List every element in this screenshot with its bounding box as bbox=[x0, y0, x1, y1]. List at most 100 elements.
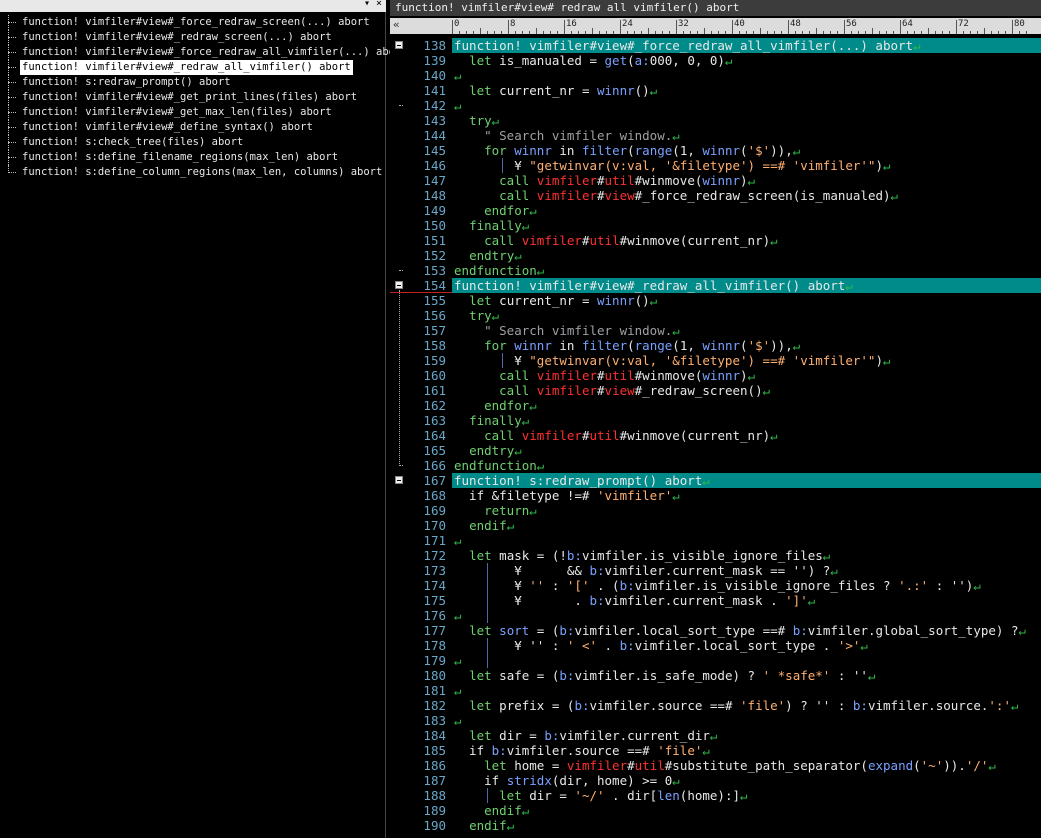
code-line[interactable]: 190 endif↵ bbox=[412, 818, 1041, 833]
code-line[interactable]: 176 ↵ bbox=[412, 608, 1041, 623]
code-line[interactable]: 186 let home = vimfiler#util#substitute_… bbox=[412, 758, 1041, 773]
close-icon[interactable]: × bbox=[376, 0, 382, 11]
code-line[interactable]: 161 call vimfiler#view#_redraw_screen()↵ bbox=[412, 383, 1041, 398]
outline-item[interactable]: function! vimfiler#view#_define_syntax()… bbox=[6, 120, 386, 135]
code-token: endfor bbox=[484, 203, 530, 218]
code-line[interactable]: 141 let current_nr = winnr()↵ bbox=[412, 83, 1041, 98]
code-line[interactable]: 144 " Search vimfiler window.↵ bbox=[412, 128, 1041, 143]
line-number: 150 bbox=[423, 218, 446, 233]
code-line[interactable]: 153 endfunction↵ bbox=[412, 263, 1041, 278]
code-line[interactable]: 175 ¥ . b:vimfiler.current_mask . ']'↵ bbox=[412, 593, 1041, 608]
outline-item[interactable]: function! vimfiler#view#_get_print_lines… bbox=[6, 90, 386, 105]
code-token: . bbox=[597, 638, 620, 653]
code-line[interactable]: 167 function! s:redraw_prompt() abort↵ bbox=[412, 473, 1041, 488]
code-line[interactable]: 189 endif↵ bbox=[412, 803, 1041, 818]
outline-item[interactable]: function! vimfiler#view#_force_redraw_al… bbox=[6, 45, 408, 60]
code-line[interactable]: 173 ¥ && b:vimfiler.current_mask == '') … bbox=[412, 563, 1041, 578]
code-line[interactable]: 152 endtry↵ bbox=[412, 248, 1041, 263]
code-line[interactable]: 151 call vimfiler#util#winmove(current_n… bbox=[412, 233, 1041, 248]
code-line[interactable]: 169 return↵ bbox=[412, 503, 1041, 518]
line-text: ¥ '' : ' <' . b:vimfiler.local_sort_type… bbox=[452, 638, 1041, 653]
code-token: dir = bbox=[491, 728, 545, 743]
code-line[interactable]: 168 if &filetype !=# 'vimfiler'↵ bbox=[412, 488, 1041, 503]
code-line[interactable]: 148 call vimfiler#view#_force_redraw_scr… bbox=[412, 188, 1041, 203]
code-token: is_manualed = bbox=[491, 53, 605, 68]
code-line[interactable]: 138 function! vimfiler#view#_force_redraw… bbox=[412, 38, 1041, 53]
code-token: '~/' bbox=[574, 788, 605, 803]
eol-marker: ↵ bbox=[672, 128, 680, 143]
code-line[interactable]: 142 ↵ bbox=[412, 98, 1041, 113]
line-number: 176 bbox=[423, 608, 446, 623]
outline-item[interactable]: function! s:check_tree(files) abort bbox=[6, 135, 386, 150]
line-number: 158 bbox=[423, 338, 446, 353]
code-line[interactable]: 183 ↵ bbox=[412, 713, 1041, 728]
eol-marker: ↵ bbox=[702, 473, 710, 488]
ruler-tick bbox=[767, 31, 768, 34]
fold-toggle-icon[interactable] bbox=[395, 476, 403, 484]
outline-item[interactable]: function! vimfiler#view#_redraw_screen(.… bbox=[6, 30, 386, 45]
dropdown-icon[interactable]: ▾ bbox=[364, 0, 370, 11]
code-token: () bbox=[634, 83, 650, 98]
code-line[interactable]: 145 for winnr in filter(range(1, winnr('… bbox=[412, 143, 1041, 158]
code-area[interactable]: 138 function! vimfiler#view#_force_redraw… bbox=[412, 38, 1041, 833]
code-line[interactable]: 177 let sort = (b:vimfiler.local_sort_ty… bbox=[412, 623, 1041, 638]
code-line[interactable]: 160 call vimfiler#util#winmove(winnr)↵ bbox=[412, 368, 1041, 383]
code-line[interactable]: 150 finally↵ bbox=[412, 218, 1041, 233]
code-token: vimfiler.current_mask . bbox=[604, 593, 786, 608]
code-token: if &filetype !=# bbox=[454, 488, 597, 503]
code-line[interactable]: 162 endfor↵ bbox=[412, 398, 1041, 413]
code-line[interactable]: 171 ↵ bbox=[412, 533, 1041, 548]
code-line[interactable]: 157 " Search vimfiler window.↵ bbox=[412, 323, 1041, 338]
outline-item[interactable]: function! s:redraw_prompt() abort bbox=[6, 75, 386, 90]
line-text: return↵ bbox=[452, 503, 1041, 518]
code-line[interactable]: 147 call vimfiler#util#winmove(winnr)↵ bbox=[412, 173, 1041, 188]
code-line[interactable]: 143 try↵ bbox=[412, 113, 1041, 128]
code-line[interactable]: 163 finally↵ bbox=[412, 413, 1041, 428]
code-line[interactable]: 158 for winnr in filter(range(1, winnr('… bbox=[412, 338, 1041, 353]
fold-toggle-icon[interactable] bbox=[395, 41, 403, 49]
outline-item[interactable]: function! vimfiler#view#_get_max_len(fil… bbox=[6, 105, 386, 120]
outline-item[interactable]: function! vimfiler#view#_force_redraw_sc… bbox=[6, 15, 386, 30]
code-line[interactable]: 178 ¥ '' : ' <' . b:vimfiler.local_sort_… bbox=[412, 638, 1041, 653]
code-line[interactable]: 166 endfunction↵ bbox=[412, 458, 1041, 473]
outline-item[interactable]: function! s:define_column_regions(max_le… bbox=[6, 165, 386, 180]
code-line[interactable]: 170 endif↵ bbox=[412, 518, 1041, 533]
code-line[interactable]: 184 let dir = b:vimfiler.current_dir↵ bbox=[412, 728, 1041, 743]
code-line[interactable]: 146 ¥ "getwinvar(v:val, '&filetype') ==#… bbox=[412, 158, 1041, 173]
code-line[interactable]: 140 ↵ bbox=[412, 68, 1041, 83]
code-line[interactable]: 156 try↵ bbox=[412, 308, 1041, 323]
code-token: )), bbox=[770, 143, 793, 158]
code-token: vimfiler.current_dir bbox=[559, 728, 710, 743]
code-line[interactable]: 187 if stridx(dir, home) >= 0↵ bbox=[412, 773, 1041, 788]
code-line[interactable]: 179 ↵ bbox=[412, 653, 1041, 668]
line-text: ↵ bbox=[452, 713, 1041, 728]
code-line[interactable]: 154 function! vimfiler#view#_redraw_all_v… bbox=[412, 278, 1041, 293]
code-line[interactable]: 139 let is_manualed = get(a:000, 0, 0)↵ bbox=[412, 53, 1041, 68]
code-line[interactable]: 164 call vimfiler#util#winmove(current_n… bbox=[412, 428, 1041, 443]
code-line[interactable]: 181 ↵ bbox=[412, 683, 1041, 698]
code-line[interactable]: 155 let current_nr = winnr()↵ bbox=[412, 293, 1041, 308]
code-line[interactable]: 174 ¥ '' : '[' . (b:vimfiler.is_visible_… bbox=[412, 578, 1041, 593]
code-line[interactable]: 149 endfor↵ bbox=[412, 203, 1041, 218]
outline-item[interactable]: function! s:define_filename_regions(max_… bbox=[6, 150, 386, 165]
code-line[interactable]: 159 ¥ "getwinvar(v:val, '&filetype') ==#… bbox=[412, 353, 1041, 368]
code-token: current_nr = bbox=[491, 83, 597, 98]
indent-guide bbox=[487, 653, 488, 668]
line-text: ¥ '' : '[' . (b:vimfiler.is_visible_igno… bbox=[452, 578, 1041, 593]
code-line[interactable]: 185 if b:vimfiler.source ==# 'file'↵ bbox=[412, 743, 1041, 758]
code-line[interactable]: 172 let mask = (!b:vimfiler.is_visible_i… bbox=[412, 548, 1041, 563]
ruler-label: 56 bbox=[846, 19, 857, 29]
line-text: let dir = b:vimfiler.current_dir↵ bbox=[452, 728, 1041, 743]
collapse-icon[interactable]: « bbox=[393, 18, 400, 32]
code-line[interactable]: 180 let safe = (b:vimfiler.is_safe_mode)… bbox=[412, 668, 1041, 683]
outline-item[interactable]: function! vimfiler#view#_redraw_all_vimf… bbox=[6, 60, 386, 75]
fold-toggle-icon[interactable] bbox=[395, 281, 403, 289]
code-line[interactable]: 165 endtry↵ bbox=[412, 443, 1041, 458]
line-text: call vimfiler#util#winmove(winnr)↵ bbox=[452, 368, 1041, 383]
code-line[interactable]: 188 let dir = '~/' . dir[len(home):]↵ bbox=[412, 788, 1041, 803]
code-token: b: bbox=[589, 563, 605, 578]
eol-marker: ↵ bbox=[770, 233, 778, 248]
code-line[interactable]: 182 let prefix = (b:vimfiler.source ==# … bbox=[412, 698, 1041, 713]
